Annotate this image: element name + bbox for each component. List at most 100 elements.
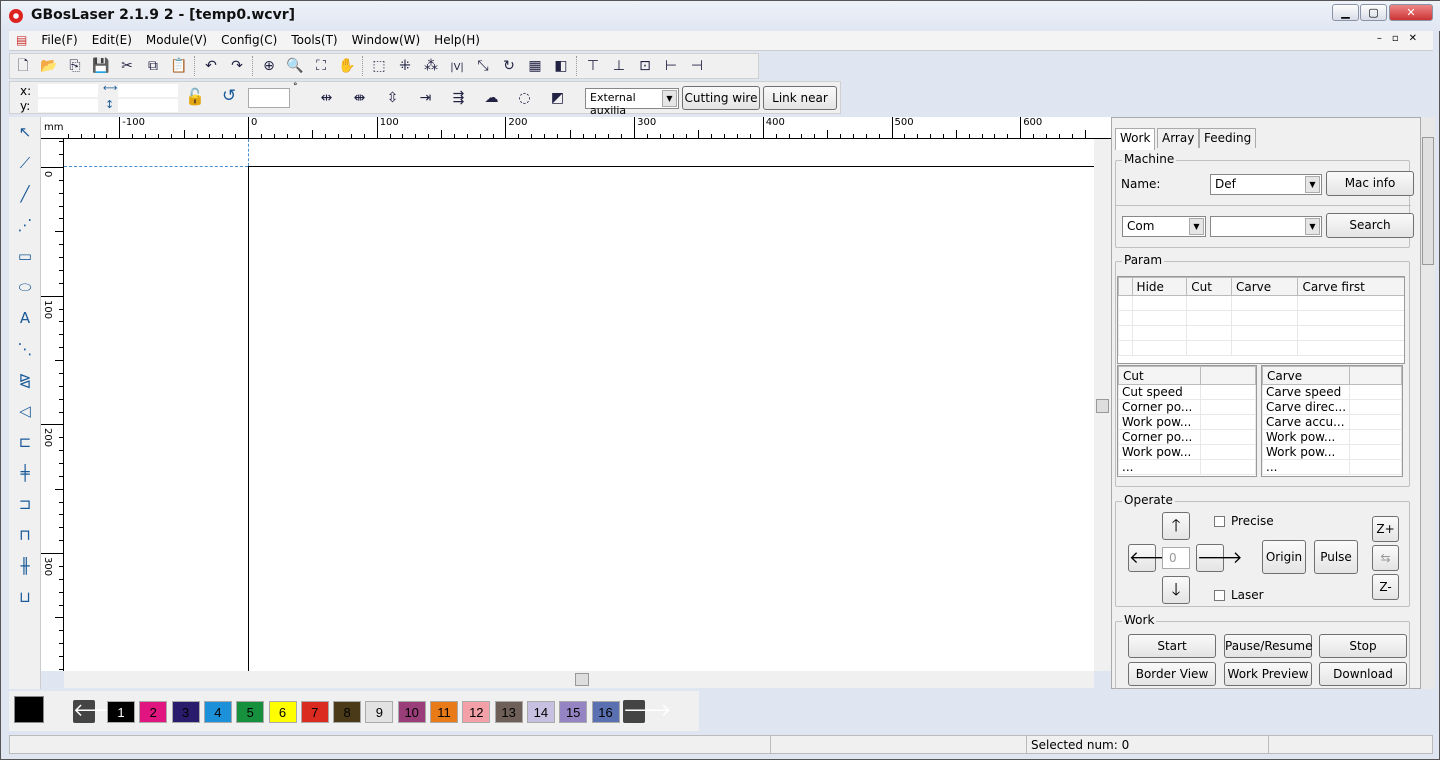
laser-checkbox[interactable]: Laser	[1214, 588, 1264, 602]
pan-hand-button[interactable]: ✋	[334, 54, 360, 78]
y-input[interactable]	[38, 99, 98, 112]
pause-resume-button[interactable]: Pause/Resume	[1224, 634, 1312, 658]
stop-button[interactable]: Stop	[1319, 634, 1407, 658]
save-button[interactable]: 💾	[88, 54, 114, 78]
palette-next-button[interactable]: 🡒	[623, 700, 671, 723]
menu-tools[interactable]: Tools(T)	[284, 31, 344, 49]
select-arrow-tool[interactable]: ↖	[9, 117, 41, 148]
zoom-fit-button[interactable]: ⛶	[308, 54, 334, 78]
delete-nodes-button[interactable]: ⁂	[418, 54, 444, 78]
path-direction-button[interactable]: ⤡	[470, 54, 496, 78]
param-column-header[interactable]: Carve	[1230, 277, 1299, 296]
menu-window[interactable]: Window(W)	[345, 31, 428, 49]
line-tool[interactable]: ╱	[9, 179, 41, 210]
table-row[interactable]	[1118, 310, 1404, 326]
move-right-button[interactable]: 🡒	[1196, 544, 1243, 572]
close-button[interactable]: ✕	[1389, 4, 1433, 21]
palette-prev-button[interactable]: 🡐	[73, 700, 121, 723]
layer-color-15[interactable]: 15	[559, 701, 588, 723]
param-column-header[interactable]: Hide	[1131, 277, 1188, 296]
scroll-thumb[interactable]	[575, 673, 589, 686]
width-input[interactable]	[118, 84, 178, 97]
panel-scrollbar[interactable]	[1421, 117, 1435, 689]
layer-color-8[interactable]: 8	[333, 701, 362, 723]
move-left-button[interactable]: 🡐	[1128, 544, 1175, 572]
layer-color-4[interactable]: 4	[203, 701, 232, 723]
layer-color-14[interactable]: 14	[526, 701, 555, 723]
node-edit-tool[interactable]: ⟋	[9, 148, 41, 179]
align-right-button[interactable]: ⊣	[684, 54, 710, 78]
cut-param-row[interactable]: Corner po...	[1118, 399, 1256, 415]
zoom-in-button[interactable]: ⊕	[256, 54, 282, 78]
param-column-header[interactable]: Cut	[1186, 277, 1232, 296]
menu-config[interactable]: Config(C)	[214, 31, 284, 49]
table-row[interactable]	[1118, 340, 1404, 356]
cut-param-list[interactable]: Cut Cut speed Corner po... Work pow... Corne…	[1117, 365, 1257, 477]
drawing-canvas[interactable]	[64, 139, 1094, 671]
z-up-button[interactable]: Z+	[1372, 516, 1399, 542]
rotate-button[interactable]: ↻	[496, 54, 522, 78]
align-vcenter-tool-tool[interactable]: ╫	[9, 551, 41, 582]
import-button[interactable]: ⎘	[62, 54, 88, 78]
cutting-wire-button[interactable]: Cutting wire	[682, 86, 760, 110]
mirror-h-tool[interactable]: ⧎	[9, 365, 41, 396]
cut-param-row[interactable]: Corner po...	[1118, 429, 1256, 445]
x-input[interactable]	[38, 84, 98, 97]
tab-work[interactable]: Work	[1115, 128, 1156, 150]
work-preview-button[interactable]: Work Preview	[1224, 662, 1312, 686]
lead-in-button[interactable]: ⇥	[409, 86, 442, 110]
menu-edit[interactable]: Edit(E)	[85, 31, 139, 49]
canvas-horizontal-scrollbar[interactable]	[64, 671, 1094, 688]
table-row[interactable]	[1118, 325, 1404, 341]
layer-color-11[interactable]: 11	[430, 701, 458, 723]
rectangle-tool[interactable]: ▭	[9, 241, 41, 272]
start-button[interactable]: Start	[1128, 634, 1216, 658]
optimize-button[interactable]: ◩	[541, 86, 574, 110]
angle-input[interactable]	[248, 88, 290, 108]
device-select[interactable]: ▼	[1210, 216, 1322, 237]
cloud-button[interactable]: ☁	[475, 86, 508, 110]
search-button[interactable]: Search	[1326, 213, 1414, 238]
layer-color-6[interactable]: 6	[268, 701, 297, 723]
layer-color-16[interactable]: 16	[591, 701, 620, 723]
param-column-header[interactable]: Carve first	[1297, 277, 1404, 296]
cut-param-row[interactable]: Cut speed	[1118, 384, 1256, 400]
mode-select[interactable]: External auxilia ▼	[585, 88, 679, 117]
origin-button[interactable]: Origin	[1262, 540, 1306, 574]
lock-ratio-icon[interactable]: 🔓	[185, 87, 205, 106]
ungroup-button[interactable]: ⁜	[392, 54, 418, 78]
menu-file[interactable]: File(F)	[34, 31, 84, 49]
current-color-swatch[interactable]	[14, 696, 44, 723]
layer-color-10[interactable]: 10	[397, 701, 426, 723]
layer-color-1[interactable]: 1	[107, 701, 135, 723]
cut-param-row[interactable]: Work pow...	[1118, 414, 1256, 430]
layer-param-table[interactable]: Hide Cut Carve Carve first	[1117, 276, 1405, 364]
carve-param-row[interactable]: Carve accu...	[1261, 414, 1402, 430]
pulse-button[interactable]: Pulse	[1314, 540, 1358, 574]
distribute-center-button[interactable]: ⇼	[343, 86, 376, 110]
table-row[interactable]	[1118, 295, 1404, 311]
layer-color-5[interactable]: 5	[236, 701, 265, 723]
mirror-button[interactable]: |V|	[444, 54, 470, 78]
z-down-button[interactable]: Z-	[1372, 574, 1399, 600]
move-down-button[interactable]: 🡓	[1162, 576, 1190, 604]
mdi-controls[interactable]: –▫✕	[1377, 33, 1427, 44]
tab-array[interactable]: Array	[1157, 128, 1200, 148]
layer-color-13[interactable]: 13	[494, 701, 523, 723]
layer-color-2[interactable]: 2	[139, 701, 168, 723]
mac-info-button[interactable]: Mac info	[1326, 171, 1414, 196]
move-up-button[interactable]: 🡑	[1162, 512, 1190, 540]
new-button[interactable]: 🗋	[10, 54, 36, 78]
download-button[interactable]: Download	[1319, 662, 1407, 686]
maximize-button[interactable]: ▢	[1360, 4, 1387, 21]
layer-color-3[interactable]: 3	[171, 701, 200, 723]
redo-button[interactable]: ↷	[224, 54, 250, 78]
carve-param-row[interactable]: Work pow...	[1261, 444, 1402, 460]
align-left-button[interactable]: ⊢	[658, 54, 684, 78]
text-tool[interactable]: A	[9, 303, 41, 334]
link-near-button[interactable]: Link near	[763, 86, 837, 110]
step-input[interactable]: 0	[1162, 547, 1190, 569]
scroll-thumb[interactable]	[1096, 399, 1109, 413]
polyline-tool[interactable]: ⋰	[9, 210, 41, 241]
carve-param-row[interactable]: Carve speed	[1261, 384, 1402, 400]
